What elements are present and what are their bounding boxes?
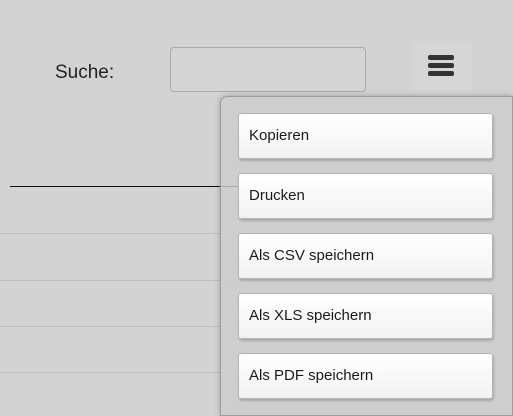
table-row[interactable] — [0, 326, 228, 327]
copy-button[interactable]: Kopieren — [238, 113, 493, 159]
export-pdf-button[interactable]: Als PDF speichern — [238, 353, 493, 399]
export-dropdown-menu: Kopieren Drucken Als CSV speichern Als X… — [220, 96, 513, 416]
search-input[interactable] — [170, 47, 366, 92]
table-header-divider — [10, 186, 238, 187]
export-xls-button[interactable]: Als XLS speichern — [238, 293, 493, 339]
table-row[interactable] — [0, 233, 228, 234]
hamburger-menu-icon — [428, 55, 454, 76]
table-row[interactable] — [0, 372, 228, 373]
export-menu-button[interactable] — [412, 42, 472, 90]
table-row[interactable] — [0, 280, 228, 281]
search-label: Suche: — [55, 62, 115, 83]
print-button[interactable]: Drucken — [238, 173, 493, 219]
export-csv-button[interactable]: Als CSV speichern — [238, 233, 493, 279]
